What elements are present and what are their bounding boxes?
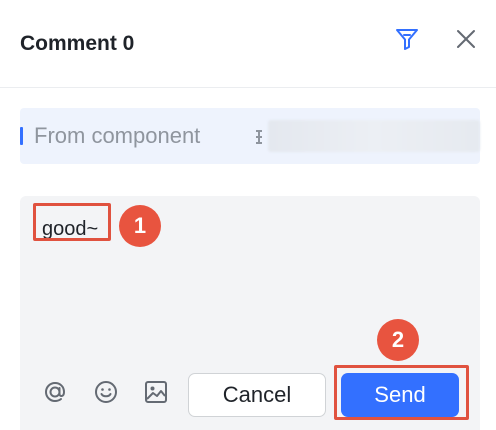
panel-title: Comment 0 <box>20 32 135 55</box>
image-icon <box>145 381 167 403</box>
source-label: From component <box>34 123 201 148</box>
image-button[interactable] <box>141 377 171 407</box>
at-mention-icon <box>44 381 66 403</box>
source-accent-bar <box>20 127 23 145</box>
comment-panel-header: Comment 0 <box>0 0 496 88</box>
source-reference: From component <box>20 108 480 164</box>
redacted-component-name <box>268 120 480 152</box>
component-icon <box>256 130 262 144</box>
close-button[interactable] <box>451 24 481 54</box>
annotation-highlight-comment <box>33 203 111 241</box>
mention-button[interactable] <box>40 377 70 407</box>
step-badge-1: 1 <box>119 205 161 247</box>
filter-icon <box>396 29 418 50</box>
emoji-icon <box>95 381 117 403</box>
annotation-highlight-send <box>334 365 469 420</box>
cancel-button[interactable]: Cancel <box>188 373 326 417</box>
step-badge-2: 2 <box>377 319 419 361</box>
emoji-button[interactable] <box>91 377 121 407</box>
filter-button[interactable] <box>392 24 422 54</box>
close-icon <box>457 30 475 48</box>
